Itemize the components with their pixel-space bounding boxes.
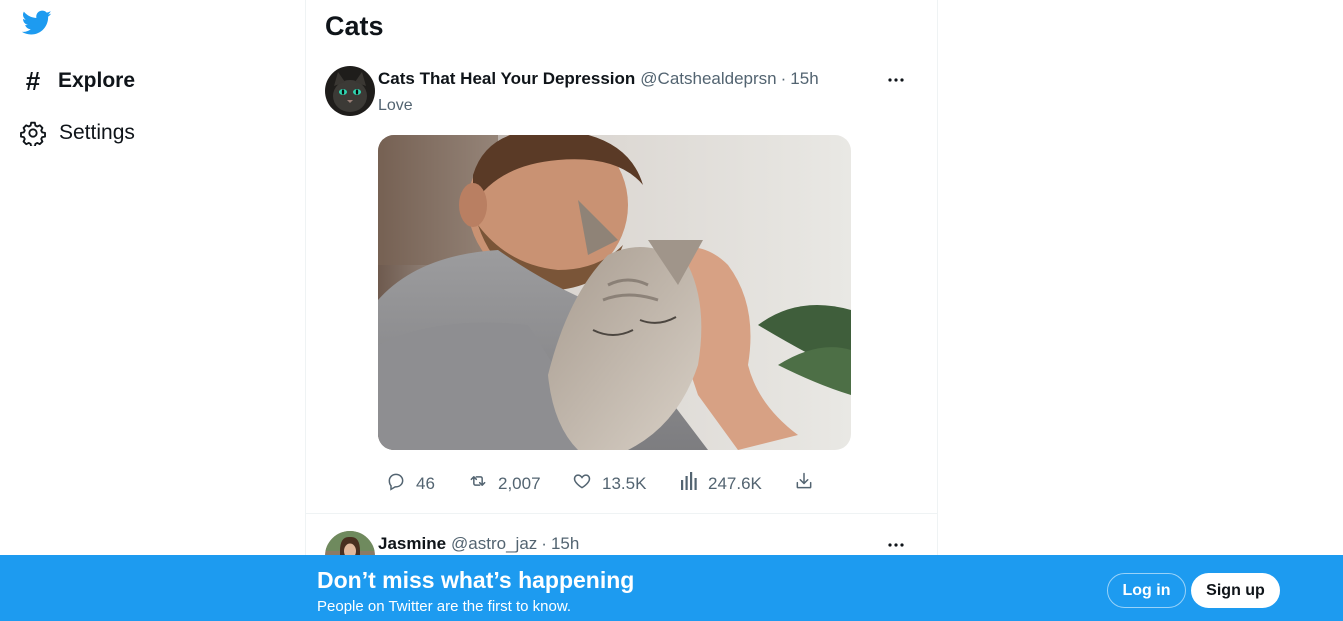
nav-item-settings[interactable]: Settings (20, 118, 135, 148)
share-button[interactable] (794, 471, 824, 496)
more-options-icon[interactable] (884, 68, 908, 92)
twitter-bird-icon[interactable] (21, 10, 52, 40)
reply-button[interactable]: 46 (386, 471, 435, 496)
tweet-header: Jasmine @astro_jaz · 15h (378, 534, 579, 554)
nav-item-explore[interactable]: # Explore (20, 66, 135, 96)
separator-dot: · (541, 534, 547, 553)
author-handle[interactable]: @Catshealdeprsn (640, 69, 776, 89)
views-count: 247.6K (708, 473, 762, 493)
separator-dot: · (780, 69, 787, 88)
page-title: Cats (325, 11, 384, 41)
share-download-icon (794, 471, 824, 496)
retweet-button[interactable]: 2,007 (468, 471, 541, 496)
left-nav: # Explore Settings (0, 0, 305, 621)
gear-icon (20, 118, 46, 148)
retweet-count: 2,007 (498, 473, 541, 493)
signup-button[interactable]: Sign up (1191, 573, 1280, 608)
views-chart-icon (680, 471, 708, 496)
reply-icon (386, 471, 416, 496)
tweet-header: Cats That Heal Your Depression @Catsheal… (378, 69, 819, 89)
hashtag-icon: # (25, 66, 41, 96)
nav-item-label: Settings (59, 121, 135, 144)
signup-banner: Don’t miss what’s happening People on Tw… (0, 555, 1343, 621)
banner-title: Don’t miss what’s happening (317, 567, 635, 593)
tweet-text: Love (378, 97, 413, 114)
like-button[interactable]: 13.5K (572, 471, 646, 496)
reply-count: 46 (416, 473, 435, 493)
like-count: 13.5K (602, 473, 647, 493)
tweet-image[interactable] (378, 135, 851, 450)
author-name[interactable]: Jasmine (378, 534, 446, 554)
banner-subtitle: People on Twitter are the first to know. (317, 598, 572, 615)
retweet-icon (468, 471, 498, 496)
views-button[interactable]: 247.6K (680, 471, 762, 496)
heart-icon (572, 471, 602, 496)
author-name[interactable]: Cats That Heal Your Depression (378, 69, 635, 89)
tweet-timestamp[interactable]: 15h (551, 534, 579, 554)
login-button[interactable]: Log in (1107, 573, 1186, 608)
tweet[interactable]: Cats That Heal Your Depression @Catsheal… (306, 62, 937, 514)
avatar[interactable] (325, 66, 375, 116)
tweet-actions: 46 2,007 13.5K 247.6K (386, 471, 846, 495)
timeline-column: Cats Cats That Heal Your Depression @Cat… (305, 0, 938, 621)
author-handle[interactable]: @astro_jaz (451, 534, 537, 554)
nav-item-label: Explore (58, 69, 136, 92)
more-options-icon[interactable] (884, 533, 908, 557)
tweet-timestamp[interactable]: 15h (790, 69, 818, 89)
